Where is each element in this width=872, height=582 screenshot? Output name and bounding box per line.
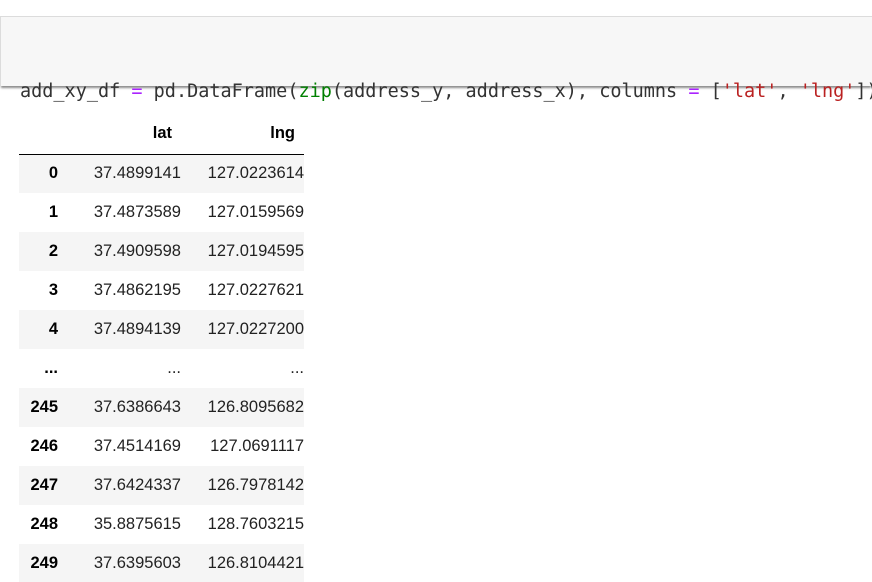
table-row: 0 37.4899141 127.0223614 [19, 154, 304, 193]
cell-lng: 127.0227621 [207, 281, 304, 299]
table-header-row: lat lng [19, 114, 304, 155]
code-token-args: (address_y, address_x), columns [331, 81, 689, 102]
row-index: 4 [48, 320, 58, 338]
column-header-lng: lng [181, 114, 304, 155]
code-token-variable: add_xy_df [20, 81, 132, 102]
code-token-comma: , [777, 81, 800, 102]
cell-lng: 128.7603215 [207, 515, 304, 533]
code-token-operator: = [131, 81, 143, 102]
row-index: 249 [30, 554, 58, 572]
cell-lng: ... [290, 359, 304, 377]
cell-lat: 35.8875615 [93, 515, 181, 533]
code-token-operator: = [688, 81, 700, 102]
cell-lng: 127.0227200 [207, 320, 304, 338]
table-row: 246 37.4514169 127.0691117 [19, 427, 304, 466]
row-index: 248 [30, 515, 58, 533]
table-row-ellipsis: ... ... ... [19, 349, 304, 388]
cell-lng: 126.8104421 [207, 554, 304, 572]
cell-lat: 37.4899141 [93, 164, 181, 183]
table-row: 2 37.4909598 127.0194595 [19, 232, 304, 271]
row-index: 0 [48, 164, 58, 183]
code-token-call: pd.DataFrame( [142, 81, 299, 102]
code-token-builtin: zip [298, 81, 332, 102]
code-line-1: add_xy_df = pd.DataFrame(zip(address_y, … [20, 79, 872, 105]
code-token-string: 'lng' [799, 81, 856, 102]
table-row: 1 37.4873589 127.0159569 [19, 193, 304, 232]
dataframe-table: lat lng 0 37.4899141 127.0223614 1 37.48… [19, 114, 304, 582]
cell-lng: 127.0691117 [210, 437, 304, 455]
cell-lat: 37.4894139 [93, 320, 181, 338]
table-body: 0 37.4899141 127.0223614 1 37.4873589 12… [19, 154, 304, 582]
row-index: 1 [48, 203, 58, 221]
row-index: 245 [30, 398, 58, 416]
cell-lat: 37.6386643 [93, 398, 181, 416]
code-token-bracket: ]) [855, 81, 872, 102]
column-header-lat: lat [67, 114, 181, 155]
cell-lat: 37.4514169 [93, 437, 181, 455]
cell-lat: 37.4873589 [93, 203, 181, 221]
cell-lng: 127.0159569 [207, 203, 304, 221]
table-row: 247 37.6424337 126.7978142 [19, 466, 304, 505]
cell-lat: 37.6424337 [93, 476, 181, 494]
row-index: 246 [30, 437, 58, 455]
code-token-bracket: [ [699, 81, 722, 102]
row-index: 2 [48, 242, 58, 260]
cell-lng: 127.0223614 [207, 164, 304, 183]
index-header [19, 114, 67, 155]
cell-lat: 37.6395603 [93, 554, 181, 572]
cell-lat: 37.4909598 [93, 242, 181, 260]
table-row: 249 37.6395603 126.8104421 [19, 544, 304, 582]
cell-lat: 37.4862195 [93, 281, 181, 299]
row-index: 3 [48, 281, 58, 299]
cell-lng: 126.8095682 [207, 398, 304, 416]
table-row: 4 37.4894139 127.0227200 [19, 310, 304, 349]
table-row: 245 37.6386643 126.8095682 [19, 388, 304, 427]
code-token-string: 'lat' [721, 81, 778, 102]
row-index: ... [44, 359, 58, 377]
cell-lat: ... [167, 359, 181, 377]
table-row: 248 35.8875615 128.7603215 [19, 505, 304, 544]
cell-lng: 126.7978142 [207, 476, 304, 494]
cell-lng: 127.0194595 [207, 242, 304, 260]
code-cell[interactable]: add_xy_df = pd.DataFrame(zip(address_y, … [0, 16, 872, 180]
row-index: 247 [30, 476, 58, 494]
table-row: 3 37.4862195 127.0227621 [19, 271, 304, 310]
table-header: lat lng [19, 114, 304, 155]
